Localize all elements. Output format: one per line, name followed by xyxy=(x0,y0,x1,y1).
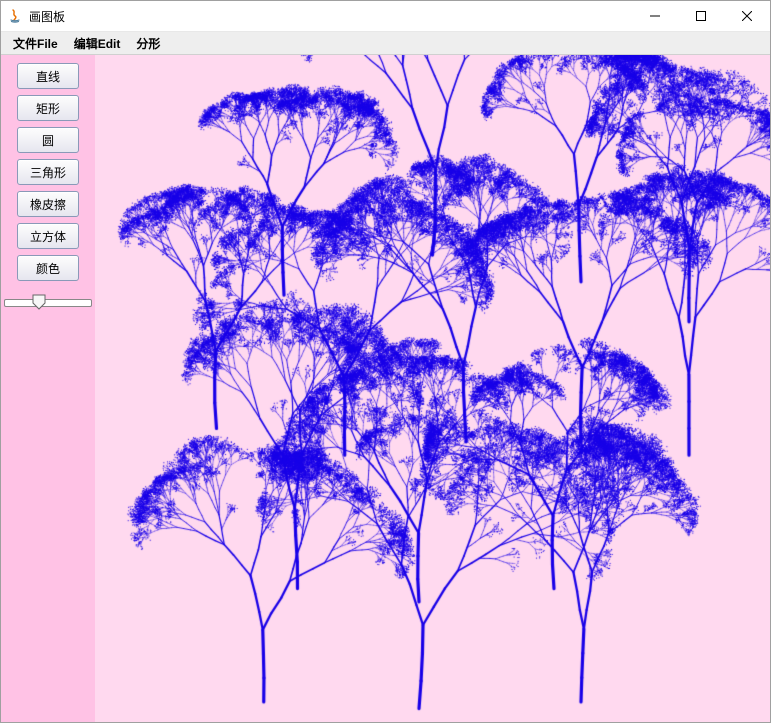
stroke-width-slider[interactable] xyxy=(1,291,95,315)
app-window: 画图板 文件File 编辑Edit 分形 直线 矩形 圆 三角形 橡皮擦 立方体… xyxy=(0,0,771,723)
minimize-button[interactable] xyxy=(632,1,678,31)
java-app-icon xyxy=(7,8,23,24)
tool-circle-button[interactable]: 圆 xyxy=(17,127,79,153)
tool-eraser-button[interactable]: 橡皮擦 xyxy=(17,191,79,217)
menubar: 文件File 编辑Edit 分形 xyxy=(1,32,770,55)
window-controls xyxy=(632,1,770,31)
slider-thumb-icon[interactable] xyxy=(32,294,46,310)
slider-track[interactable] xyxy=(4,299,92,307)
tool-sidebar: 直线 矩形 圆 三角形 橡皮擦 立方体 颜色 xyxy=(1,55,95,722)
tool-line-button[interactable]: 直线 xyxy=(17,63,79,89)
client-area: 直线 矩形 圆 三角形 橡皮擦 立方体 颜色 xyxy=(1,55,770,722)
drawing-canvas[interactable] xyxy=(95,55,770,722)
menu-file[interactable]: 文件File xyxy=(5,33,66,54)
tool-rect-button[interactable]: 矩形 xyxy=(17,95,79,121)
menu-fractal[interactable]: 分形 xyxy=(128,33,168,54)
close-button[interactable] xyxy=(724,1,770,31)
tool-cube-button[interactable]: 立方体 xyxy=(17,223,79,249)
tool-triangle-button[interactable]: 三角形 xyxy=(17,159,79,185)
titlebar[interactable]: 画图板 xyxy=(1,1,770,32)
menu-edit[interactable]: 编辑Edit xyxy=(66,33,129,54)
window-title: 画图板 xyxy=(29,8,65,25)
drawing-canvas-area[interactable] xyxy=(95,55,770,722)
tool-color-button[interactable]: 颜色 xyxy=(17,255,79,281)
maximize-button[interactable] xyxy=(678,1,724,31)
